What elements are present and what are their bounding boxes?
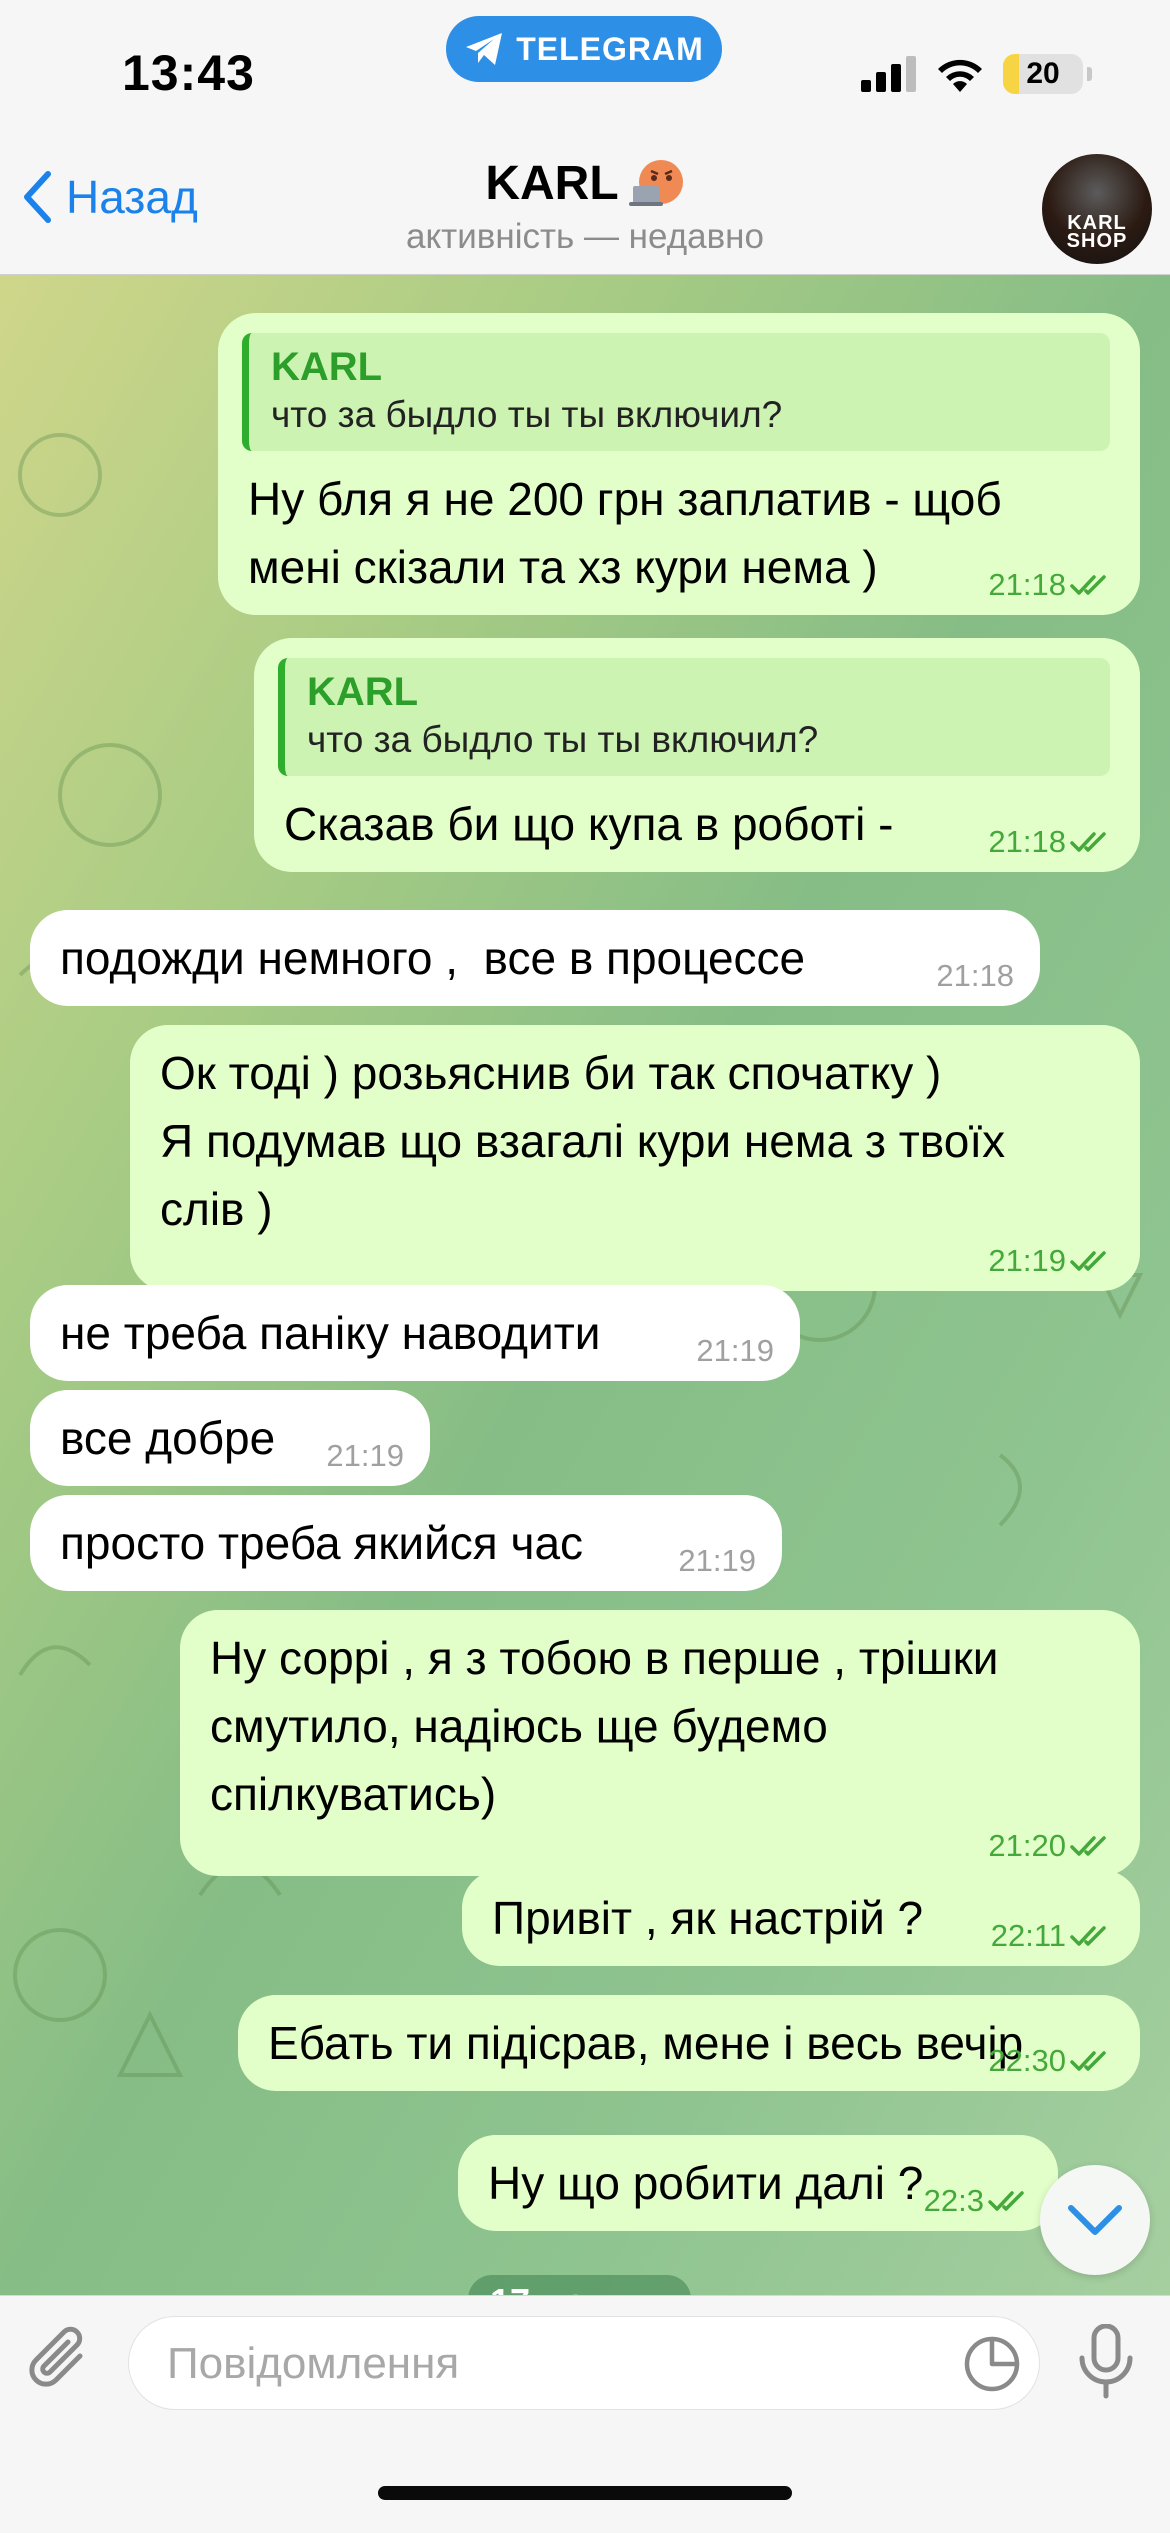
double-check-icon — [1070, 2051, 1106, 2071]
message-time: 22:3 — [923, 2183, 984, 2218]
status-bar: 13:43 TELEGRAM 20 — [0, 0, 1170, 140]
attach-icon[interactable] — [26, 2326, 100, 2400]
message-text-line: смутило, надіюсь ще будемо — [210, 1700, 828, 1752]
telegram-banner[interactable]: TELEGRAM — [446, 16, 722, 82]
home-indicator — [378, 2486, 792, 2500]
outgoing-message[interactable]: Привіт , як настрій ? 22:11 — [462, 1870, 1140, 1966]
double-check-icon — [1070, 1836, 1106, 1856]
reply-quote[interactable]: KARL что за быдло ты ты включил? — [242, 333, 1110, 451]
message-input[interactable] — [165, 2335, 949, 2393]
date-separator: 17 жовтня — [468, 2275, 691, 2295]
avatar[interactable]: KARL SHOP — [1042, 154, 1152, 264]
incoming-message[interactable]: просто треба якийся час 21:19 — [30, 1495, 782, 1591]
scroll-down-button[interactable] — [1040, 2165, 1150, 2275]
reply-quote[interactable]: KARL что за быдло ты ты включил? — [278, 658, 1110, 776]
outgoing-message[interactable]: Ебать ти підісрав, мене і весь вечір 22:3… — [238, 1995, 1140, 2091]
battery-icon: 20 — [1003, 54, 1083, 94]
message-text-line: Ну соррі , я з тобою в перше , трішки — [210, 1632, 999, 1684]
message-time: 21:19 — [678, 1543, 756, 1578]
outgoing-message[interactable]: KARL что за быдло ты ты включил? Ну бля я … — [218, 313, 1140, 615]
double-check-icon — [988, 2191, 1024, 2211]
message-text-line: спілкуватись) — [210, 1768, 497, 1820]
incoming-message[interactable]: все добре 21:19 — [30, 1390, 430, 1486]
double-check-icon — [1070, 1926, 1106, 1946]
wifi-icon — [938, 59, 982, 92]
chat-header: Назад KARL активність — недавно KARL SHO… — [0, 140, 1170, 275]
message-text-line: мені скізали та хз кури нема ) — [248, 541, 878, 593]
chevron-down-icon — [1068, 2205, 1122, 2235]
message-time: 21:19 — [988, 1243, 1066, 1278]
sticker-icon[interactable] — [963, 2335, 1021, 2393]
message-time: 21:18 — [988, 824, 1066, 859]
microphone-icon[interactable] — [1074, 2324, 1138, 2400]
incoming-message[interactable]: подожди немного , все в процессе 21:18 — [30, 910, 1040, 1006]
message-meta: 21:19 — [678, 1543, 756, 1579]
message-meta: 21:19 — [326, 1438, 404, 1474]
reply-author: KARL — [307, 670, 419, 714]
message-list[interactable]: KARL что за быдло ты ты включил? Ну бля я … — [0, 275, 1170, 2295]
incoming-message[interactable]: не треба паніку наводити 21:19 — [30, 1285, 800, 1381]
status-time: 13:43 — [122, 45, 255, 101]
message-time: 22:11 — [990, 1918, 1066, 1953]
chat-status: активність — недавно — [406, 217, 764, 256]
battery-level: 20 — [1026, 57, 1060, 90]
message-text-line: слів ) — [160, 1183, 273, 1235]
double-check-icon — [1070, 1251, 1106, 1271]
message-text-line: подожди немного , все в процессе — [60, 932, 806, 984]
outgoing-message[interactable]: Ну що робити далі ? 22:3 — [458, 2135, 1058, 2231]
message-time: 21:20 — [988, 1828, 1066, 1863]
message-text-line: Ну бля я не 200 грн заплатив - щоб — [248, 473, 1002, 525]
banner-label: TELEGRAM — [516, 30, 704, 67]
message-time: 22:30 — [988, 2043, 1066, 2078]
message-meta: 22:11 — [991, 1918, 1114, 1954]
message-time: 21:18 — [936, 958, 1014, 993]
signal-icon — [861, 56, 916, 92]
message-text-line: Сказав би що купа в роботі - — [284, 798, 894, 850]
chat-info[interactable]: KARL активність — недавно — [0, 156, 1170, 257]
emoji-icon — [627, 158, 685, 210]
avatar-logo: KARL SHOP — [1066, 212, 1128, 252]
chat-title: KARL — [485, 157, 619, 210]
reply-text: что за быдло ты ты включил? — [307, 719, 819, 760]
message-text-line: Я подумав що взагалі кури нема з твоїх — [160, 1115, 1006, 1167]
message-text-line: не треба паніку наводити — [60, 1307, 601, 1359]
double-check-icon — [1070, 832, 1106, 852]
message-text-line: Ок тоді ) розьяснив би так спочатку ) — [160, 1047, 942, 1099]
message-field[interactable] — [128, 2316, 1040, 2410]
message-meta: 21:18 — [988, 567, 1114, 603]
message-meta: 21:19 — [696, 1333, 774, 1369]
message-meta: 21:18 — [936, 958, 1014, 994]
outgoing-message[interactable]: Ок тоді ) розьяснив би так спочатку ) Я п… — [130, 1025, 1140, 1291]
message-text-line: просто треба якийся час — [60, 1517, 584, 1569]
message-time: 21:19 — [696, 1333, 774, 1368]
message-time: 21:18 — [988, 567, 1066, 602]
message-meta: 21:19 — [988, 1243, 1114, 1279]
message-meta: 21:20 — [988, 1828, 1114, 1864]
reply-author: KARL — [271, 345, 383, 389]
message-meta: 22:30 — [988, 2043, 1114, 2079]
reply-text: что за быдло ты ты включил? — [271, 394, 783, 435]
outgoing-message[interactable]: KARL что за быдло ты ты включил? Сказав би… — [254, 638, 1140, 872]
message-meta: 21:18 — [988, 824, 1114, 860]
outgoing-message[interactable]: Ну соррі , я з тобою в перше , трішки сму… — [180, 1610, 1140, 1876]
double-check-icon — [1070, 575, 1106, 595]
message-time: 21:19 — [326, 1438, 404, 1473]
paper-plane-icon — [466, 33, 503, 65]
message-text-line: Ебать ти підісрав, мене і весь вечір — [268, 2017, 1024, 2069]
message-meta: 22:3 — [924, 2183, 1032, 2219]
